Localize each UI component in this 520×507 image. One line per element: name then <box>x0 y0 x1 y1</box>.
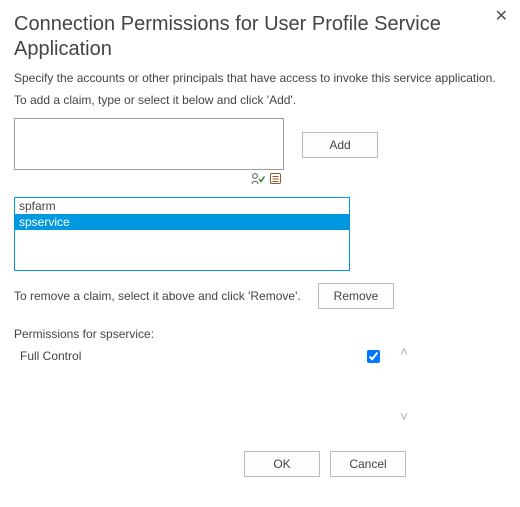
browse-icon[interactable] <box>269 172 282 185</box>
ok-button[interactable]: OK <box>244 451 320 477</box>
list-item[interactable]: spservice <box>15 214 349 230</box>
permissions-scrollbar: ˄ ˅ <box>394 345 414 423</box>
claim-input-area <box>14 118 284 173</box>
dialog-description: Specify the accounts or other principals… <box>14 70 506 86</box>
cancel-button[interactable]: Cancel <box>330 451 406 477</box>
check-names-icon[interactable] <box>251 172 265 185</box>
dialog-title: Connection Permissions for User Profile … <box>14 12 466 62</box>
permission-checkbox[interactable] <box>367 350 380 363</box>
remove-instruction: To remove a claim, select it above and c… <box>14 288 302 304</box>
add-button[interactable]: Add <box>302 132 378 158</box>
people-picker-icons <box>251 172 282 185</box>
list-item[interactable]: spfarm <box>15 198 349 214</box>
add-instruction: To add a claim, type or select it below … <box>14 92 506 108</box>
principals-listbox[interactable]: spfarm spservice <box>14 197 350 271</box>
permissions-label: Permissions for spservice: <box>14 327 506 341</box>
remove-row: To remove a claim, select it above and c… <box>14 283 506 309</box>
connection-permissions-dialog: ✕ Connection Permissions for User Profil… <box>0 0 520 491</box>
dialog-footer: OK Cancel <box>14 451 506 477</box>
scroll-up-icon[interactable]: ˄ <box>400 345 408 358</box>
close-icon[interactable]: ✕ <box>495 6 508 26</box>
scroll-down-icon[interactable]: ˅ <box>400 410 408 423</box>
add-claim-row: Add <box>14 118 506 173</box>
claim-input[interactable] <box>14 118 284 170</box>
permissions-list: Full Control <box>14 345 386 423</box>
permissions-box: Full Control ˄ ˅ <box>14 345 414 423</box>
permission-item: Full Control <box>20 349 380 363</box>
remove-button[interactable]: Remove <box>318 283 394 309</box>
permission-name: Full Control <box>20 349 81 363</box>
